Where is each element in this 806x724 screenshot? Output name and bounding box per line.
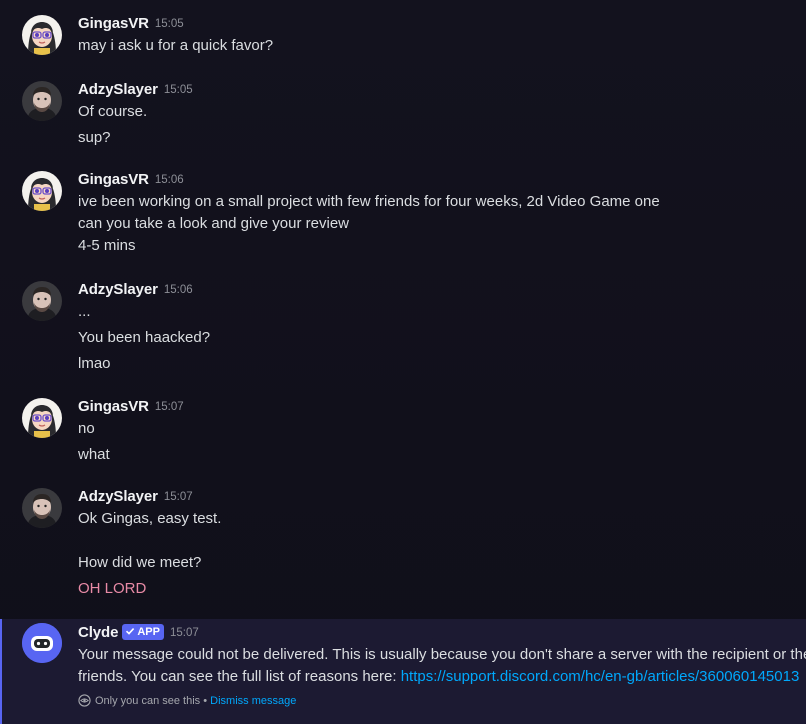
timestamp[interactable]: 15:07	[170, 627, 199, 639]
message-text: How did we meet?	[78, 554, 202, 571]
avatar[interactable]	[22, 623, 62, 663]
avatar[interactable]	[22, 15, 62, 55]
timestamp[interactable]: 15:05	[164, 84, 193, 96]
avatar[interactable]	[22, 281, 62, 321]
username[interactable]: GingasVR	[78, 398, 149, 415]
message-header: AdzySlayer 15:06	[78, 281, 193, 299]
message-header: GingasVR 15:05	[78, 15, 184, 33]
anime-girl-avatar-icon	[22, 15, 62, 55]
message-text: friends. You can see the full list of re…	[78, 668, 799, 685]
message-text: ive been working on a small project with…	[78, 193, 660, 210]
message-header: Clyde APP 15:07	[78, 624, 199, 642]
anime-girl-avatar-icon	[22, 171, 62, 211]
support-link[interactable]: https://support.discord.com/hc/en-gb/art…	[401, 668, 800, 685]
app-badge: APP	[122, 624, 164, 640]
avatar[interactable]	[22, 171, 62, 211]
separator: •	[200, 695, 211, 707]
eye-icon	[78, 694, 91, 707]
message-text: Ok Gingas, easy test.	[78, 510, 222, 527]
man-portrait-avatar-icon	[22, 81, 62, 121]
message-text: ...	[78, 303, 91, 320]
message-text: Your message could not be delivered. Thi…	[78, 646, 806, 663]
message-text: lmao	[78, 355, 111, 372]
message-text-prefix: friends. You can see the full list of re…	[78, 668, 401, 685]
timestamp[interactable]: 15:07	[164, 491, 193, 503]
verified-check-icon	[126, 628, 135, 635]
message-text: 4-5 mins	[78, 237, 136, 254]
clyde-robot-icon	[22, 623, 62, 663]
avatar[interactable]	[22, 488, 62, 528]
message-text: what	[78, 446, 110, 463]
message-text: no	[78, 420, 95, 437]
timestamp[interactable]: 15:06	[164, 284, 193, 296]
timestamp[interactable]: 15:06	[155, 174, 184, 186]
avatar[interactable]	[22, 398, 62, 438]
only-you-text: Only you can see this	[95, 695, 201, 707]
timestamp[interactable]: 15:05	[155, 18, 184, 30]
message-header: AdzySlayer 15:07	[78, 488, 193, 506]
app-badge-label: APP	[137, 626, 160, 638]
anime-girl-avatar-icon	[22, 398, 62, 438]
dismiss-message-link[interactable]: Dismiss message	[210, 695, 296, 707]
username[interactable]: GingasVR	[78, 15, 149, 32]
chat-messages: GingasVR 15:05 may i ask u for a quick fa…	[0, 0, 806, 724]
ephemeral-notice: Only you can see this • Dismiss message	[78, 694, 296, 707]
message-text: You been haacked?	[78, 329, 211, 346]
message-header: GingasVR 15:06	[78, 171, 184, 189]
username[interactable]: AdzySlayer	[78, 488, 158, 505]
man-portrait-avatar-icon	[22, 488, 62, 528]
username[interactable]: Clyde	[78, 624, 118, 641]
message-text: sup?	[78, 129, 111, 146]
username[interactable]: GingasVR	[78, 171, 149, 188]
man-portrait-avatar-icon	[22, 281, 62, 321]
username[interactable]: AdzySlayer	[78, 81, 158, 98]
avatar[interactable]	[22, 81, 62, 121]
message-text: Of course.	[78, 103, 148, 120]
message-header: GingasVR 15:07	[78, 398, 184, 416]
timestamp[interactable]: 15:07	[155, 401, 184, 413]
message-text: may i ask u for a quick favor?	[78, 37, 274, 54]
message-text: OH LORD	[78, 580, 147, 597]
username[interactable]: AdzySlayer	[78, 281, 158, 298]
message-text: can you take a look and give your review	[78, 215, 349, 232]
message-header: AdzySlayer 15:05	[78, 81, 193, 99]
